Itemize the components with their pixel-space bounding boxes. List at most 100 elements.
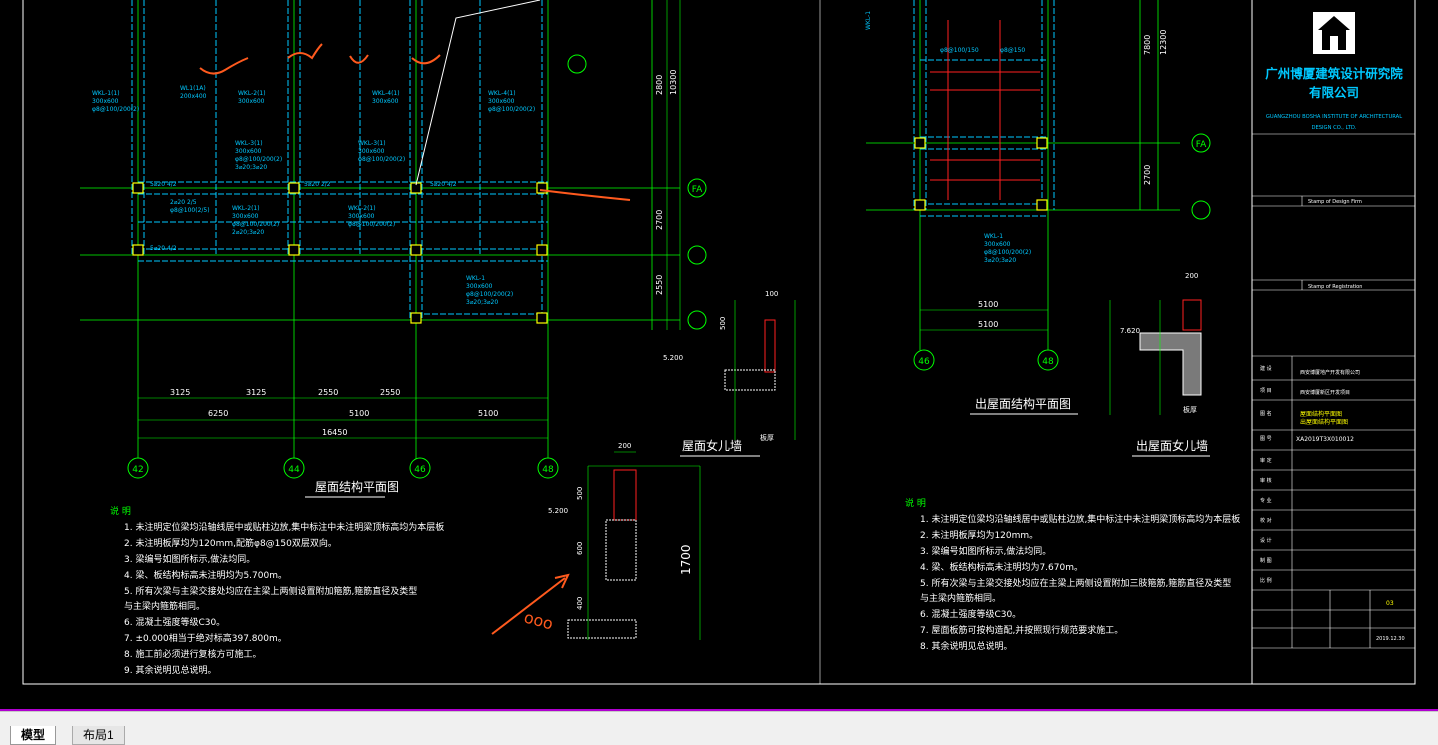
svg-text:8. 施工前必须进行复核方可施工。: 8. 施工前必须进行复核方可施工。 — [124, 648, 261, 660]
notes-right: 说 明 1. 未注明定位梁均沿轴线居中或贴柱边放,集中标注中未注明梁顶标高均为本… — [905, 497, 1240, 652]
svg-text:2⌀20 2/5: 2⌀20 2/5 — [170, 199, 197, 206]
svg-text:4. 梁、板结构标高未注明均为5.700m。: 4. 梁、板结构标高未注明均为5.700m。 — [124, 569, 287, 581]
svg-text:WKL-2(1): WKL-2(1) — [232, 205, 260, 212]
cad-model-space[interactable]: WKL-1(1) 300x600 φ8@100/200(2) WL1(1A) 200x… — [0, 0, 1438, 711]
svg-text:3⌀20;3⌀20: 3⌀20;3⌀20 — [466, 299, 498, 306]
svg-text:审 核: 审 核 — [1260, 477, 1272, 484]
svg-text:12300: 12300 — [1159, 30, 1168, 55]
svg-text:WKL-1(1): WKL-1(1) — [92, 90, 120, 97]
svg-text:φ8@100/150: φ8@100/150 — [940, 47, 979, 54]
svg-text:审 定: 审 定 — [1260, 457, 1272, 464]
svg-text:300x600: 300x600 — [466, 283, 493, 290]
tab-model[interactable]: 模型 — [10, 726, 57, 745]
svg-text:WKL-3(1): WKL-3(1) — [358, 140, 386, 147]
svg-text:出屋面女儿墙: 出屋面女儿墙 — [1136, 438, 1208, 453]
svg-text:1. 未注明定位梁均沿轴线居中或贴柱边放,集中标注中未注明梁: 1. 未注明定位梁均沿轴线居中或贴柱边放,集中标注中未注明梁顶标高均为本层板 — [920, 513, 1240, 525]
svg-text:300x600: 300x600 — [488, 98, 515, 105]
svg-text:西安博厦新区开发项目: 西安博厦新区开发项目 — [1300, 389, 1350, 396]
company-name-cn: 广州博厦建筑设计研究院 — [1265, 66, 1403, 81]
svg-text:7. ±0.000相当于绝对标高397.800m。: 7. ±0.000相当于绝对标高397.800m。 — [124, 632, 287, 644]
svg-text:500: 500 — [719, 317, 727, 330]
drawing-svg[interactable]: WKL-1(1)300x600φ8@100/200(2) WL1(1A)200x… — [0, 0, 1438, 711]
svg-text:屋面结构平面图: 屋面结构平面图 — [1300, 410, 1342, 418]
svg-text:图 号: 图 号 — [1260, 436, 1272, 442]
svg-text:板厚: 板厚 — [1183, 405, 1197, 414]
svg-text:46: 46 — [918, 357, 930, 367]
svg-text:φ8@100/200(2): φ8@100/200(2) — [348, 221, 395, 228]
svg-text:出屋面结构平面图: 出屋面结构平面图 — [1300, 418, 1348, 426]
svg-text:03: 03 — [1386, 600, 1394, 607]
roof-structure-plan: WKL-1(1)300x600φ8@100/200(2) WL1(1A)200x… — [80, 0, 707, 498]
svg-text:GUANGZHOU BOSHA INSTITUTE OF A: GUANGZHOU BOSHA INSTITUTE OF ARCHITECTUR… — [1266, 114, 1402, 120]
svg-text:5100: 5100 — [349, 409, 369, 418]
svg-text:5. 所有次梁与主梁交接处均应在主梁上两侧设置附加箍筋,箍筋: 5. 所有次梁与主梁交接处均应在主梁上两侧设置附加箍筋,箍筋直径及类型 — [124, 585, 417, 597]
svg-text:2019.12.30: 2019.12.30 — [1376, 636, 1405, 642]
svg-text:FA: FA — [692, 185, 703, 195]
svg-text:项 目: 项 目 — [1260, 388, 1272, 394]
svg-text:3. 梁编号如图所标示,做法均同。: 3. 梁编号如图所标示,做法均同。 — [920, 545, 1051, 557]
svg-text:2550: 2550 — [318, 388, 338, 397]
svg-text:专 业: 专 业 — [1260, 497, 1272, 504]
tab-layout1[interactable]: 布局1 — [72, 726, 125, 745]
svg-text:8. 其余说明见总说明。: 8. 其余说明见总说明。 — [920, 640, 1012, 652]
svg-text:建 设: 建 设 — [1260, 365, 1272, 372]
svg-text:φ8@100/200(2): φ8@100/200(2) — [92, 106, 139, 113]
svg-text:5⌀20 4/2: 5⌀20 4/2 — [150, 181, 177, 188]
svg-text:300x600: 300x600 — [372, 98, 399, 105]
roof-parapet-detail-large: 200 1700 5.200 500 600 400 ooo — [491, 442, 701, 640]
svg-text:有限公司: 有限公司 — [1309, 85, 1359, 100]
svg-text:与主梁内箍筋相同。: 与主梁内箍筋相同。 — [124, 600, 205, 612]
svg-text:300x600: 300x600 — [232, 213, 259, 220]
svg-text:42: 42 — [132, 465, 143, 475]
svg-text:4. 梁、板结构标高未注明均为7.670m。: 4. 梁、板结构标高未注明均为7.670m。 — [920, 561, 1083, 573]
svg-text:6250: 6250 — [208, 409, 228, 418]
svg-text:10300: 10300 — [669, 70, 678, 95]
svg-text:300x600: 300x600 — [348, 213, 375, 220]
layout-tab-bar: 模型 布局1 — [0, 711, 1438, 745]
svg-text:5⌀20 4/2: 5⌀20 4/2 — [150, 245, 177, 252]
svg-text:3125: 3125 — [246, 388, 266, 397]
svg-text:200: 200 — [1185, 272, 1198, 280]
svg-text:2. 未注明板厚均为120mm,配筋φ8@150双层双向。: 2. 未注明板厚均为120mm,配筋φ8@150双层双向。 — [124, 537, 337, 549]
svg-text:说 明: 说 明 — [110, 505, 131, 517]
svg-text:1. 未注明定位梁均沿轴线居中或贴柱边放,集中标注中未注明梁: 1. 未注明定位梁均沿轴线居中或贴柱边放,集中标注中未注明梁顶标高均为本层板 — [124, 521, 444, 533]
svg-text:400: 400 — [576, 597, 584, 610]
svg-text:6. 混凝土强度等级C30。: 6. 混凝土强度等级C30。 — [124, 616, 225, 628]
svg-text:WKL-4(1): WKL-4(1) — [488, 90, 516, 97]
svg-text:φ8@100/200(2): φ8@100/200(2) — [235, 156, 282, 163]
svg-text:FA: FA — [1196, 140, 1207, 150]
svg-text:WKL-2(1): WKL-2(1) — [348, 205, 376, 212]
svg-text:44: 44 — [288, 465, 300, 475]
svg-text:2550: 2550 — [380, 388, 400, 397]
svg-text:200x400: 200x400 — [180, 93, 207, 100]
svg-text:φ8@100(2/5): φ8@100(2/5) — [170, 207, 210, 214]
svg-text:46: 46 — [414, 465, 426, 475]
svg-text:5.200: 5.200 — [548, 507, 568, 515]
svg-text:XA2019T3X010012: XA2019T3X010012 — [1296, 436, 1354, 443]
svg-text:16450: 16450 — [322, 428, 347, 437]
svg-text:WKL-1: WKL-1 — [865, 11, 872, 30]
svg-text:2700: 2700 — [1143, 165, 1152, 185]
svg-text:φ8@100/200(2): φ8@100/200(2) — [984, 249, 1031, 256]
svg-text:5100: 5100 — [978, 300, 998, 309]
svg-text:WKL-3(1): WKL-3(1) — [235, 140, 263, 147]
svg-text:校 对: 校 对 — [1260, 517, 1272, 524]
svg-text:WL1(1A): WL1(1A) — [180, 85, 206, 92]
svg-text:7800: 7800 — [1143, 35, 1152, 55]
svg-text:300x600: 300x600 — [238, 98, 265, 105]
svg-text:Stamp of Design Firm: Stamp of Design Firm — [1308, 199, 1362, 205]
svg-text:3⌀20;3⌀20: 3⌀20;3⌀20 — [984, 257, 1016, 264]
svg-text:48: 48 — [1042, 357, 1054, 367]
exit-roof-structure-plan: WKL-1 WKL-1300x600φ8@100/200(2)3⌀20;3⌀20… — [865, 0, 1211, 415]
svg-text:2. 未注明板厚均为120mm。: 2. 未注明板厚均为120mm。 — [920, 529, 1038, 541]
svg-text:7. 屋面板筋可按构造配,并按照现行规范要求施工。: 7. 屋面板筋可按构造配,并按照现行规范要求施工。 — [920, 624, 1123, 636]
svg-text:Stamp of Registration: Stamp of Registration — [1308, 284, 1362, 290]
svg-text:3. 梁编号如图所标示,做法均同。: 3. 梁编号如图所标示,做法均同。 — [124, 553, 255, 565]
svg-text:5. 所有次梁与主梁交接处均应在主梁上两侧设置附加三肢箍筋,: 5. 所有次梁与主梁交接处均应在主梁上两侧设置附加三肢箍筋,箍筋直径及类型 — [920, 577, 1231, 589]
roof-plan-title: 屋面结构平面图 — [315, 479, 399, 494]
svg-text:说 明: 说 明 — [905, 497, 926, 509]
svg-text:φ8@150: φ8@150 — [1000, 47, 1025, 54]
svg-text:5⌀20 2/2: 5⌀20 2/2 — [304, 181, 331, 188]
roof-parapet-detail-small: 100 5.200 500 板厚 屋面女儿墙 — [663, 290, 796, 457]
svg-text:6. 混凝土强度等级C30。: 6. 混凝土强度等级C30。 — [920, 608, 1021, 620]
